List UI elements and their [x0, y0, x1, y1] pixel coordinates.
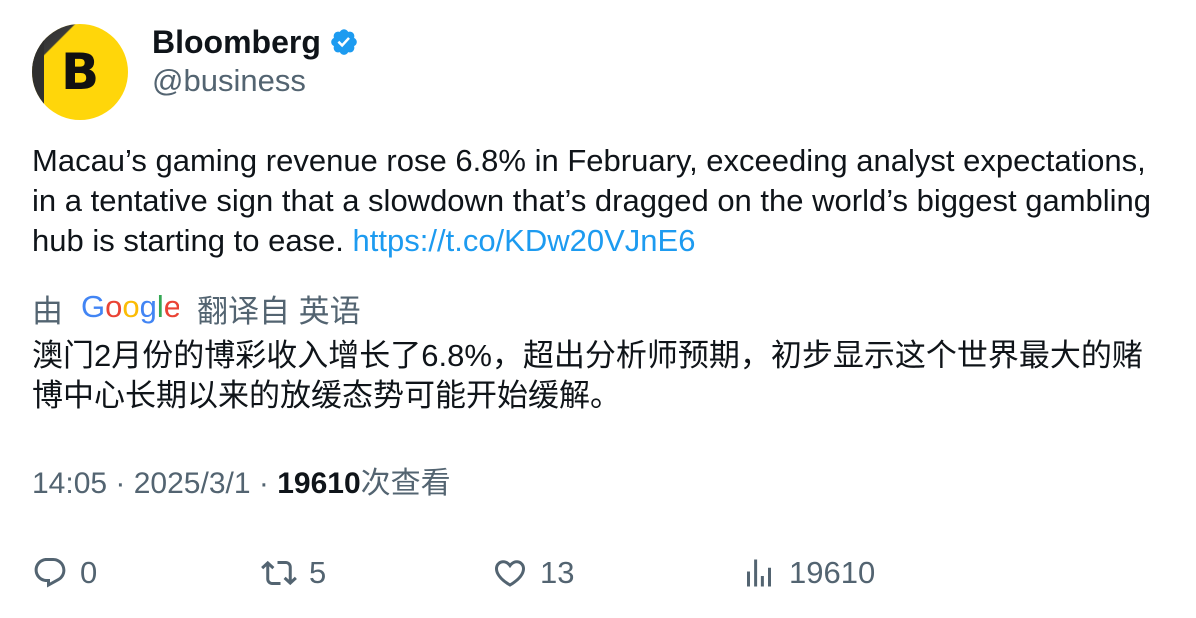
avatar[interactable]: B — [32, 24, 128, 120]
action-bar: 0 5 13 19610 — [0, 548, 1196, 598]
meta-separator: · — [250, 467, 278, 500]
analytics-icon — [747, 559, 771, 587]
reply-icon — [34, 558, 66, 588]
translated-tweet-text: 澳门2月份的博彩收入增长了6.8%，超出分析师预期，初步显示这个世界最大的赌博中… — [32, 338, 1143, 413]
views-label: 次查看 — [360, 467, 451, 500]
views-count: 19610 — [277, 467, 361, 500]
views-button[interactable]: 19610 — [741, 548, 875, 598]
google-logo-icon: Google — [81, 287, 179, 329]
retweet-icon — [261, 560, 297, 586]
avatar-letter: B — [60, 43, 100, 101]
tweet-link[interactable]: https://t.co/KDw20VJnE6 — [353, 223, 696, 258]
like-button[interactable]: 13 — [492, 548, 574, 598]
views-count-action: 19610 — [789, 555, 876, 590]
retweet-button[interactable]: 5 — [261, 548, 326, 598]
author-display-name[interactable]: Bloomberg — [152, 20, 321, 64]
author-name-row: Bloomberg — [152, 20, 359, 64]
retweet-count: 5 — [309, 555, 327, 590]
meta-separator: · — [107, 467, 134, 500]
translation-attribution: 由 Google 翻译自 英语 — [32, 287, 361, 329]
tweet-text: Macau’s gaming revenue rose 6.8% in Febr… — [32, 141, 1164, 261]
translation-label[interactable]: 翻译自 英语 — [197, 286, 361, 331]
tweet-time[interactable]: 14:05 — [32, 467, 107, 500]
translation-prefix: 由 — [32, 293, 63, 329]
heart-icon — [494, 560, 526, 587]
author-handle[interactable]: @business — [152, 61, 306, 101]
svg-text:Google: Google — [81, 291, 179, 324]
tweet-date[interactable]: 2025/3/1 — [134, 467, 251, 500]
reply-button[interactable]: 0 — [32, 548, 97, 598]
reply-count: 0 — [80, 555, 98, 590]
google-logo-svg: Google — [81, 291, 179, 324]
like-count: 13 — [540, 555, 575, 590]
verified-badge-icon[interactable] — [329, 27, 359, 57]
tweet-meta: 14:05 · 2025/3/1 · 19610次查看 — [32, 463, 451, 505]
